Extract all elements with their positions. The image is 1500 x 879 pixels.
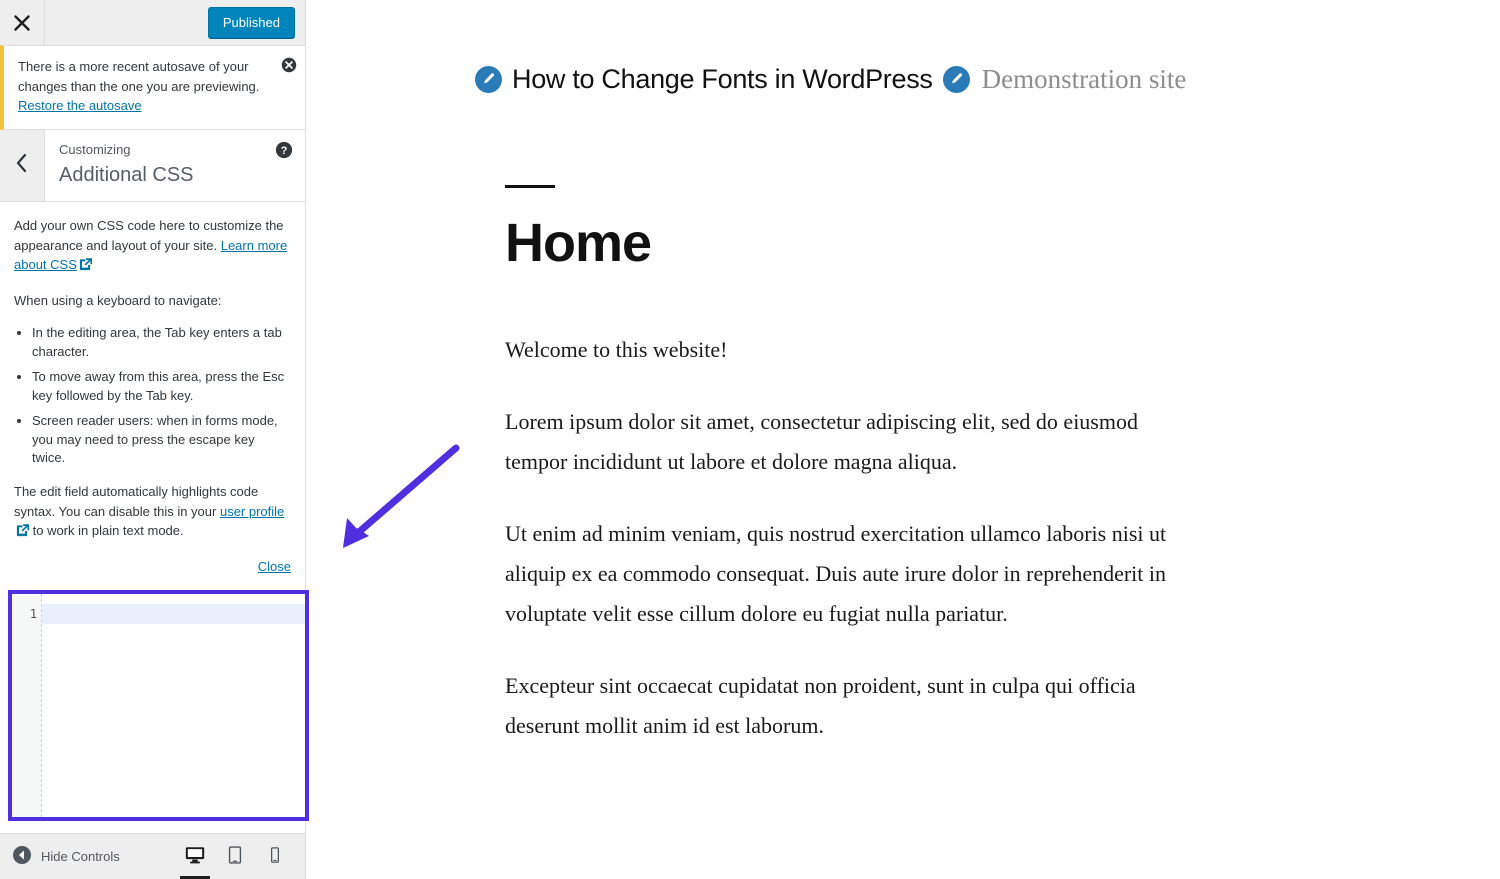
- collapse-icon: [12, 845, 32, 868]
- preview-paragraph: Excepteur sint occaecat cupidatat non pr…: [505, 673, 1136, 739]
- edit-pencil-icon[interactable]: [475, 66, 502, 93]
- preview-page-heading: Home: [505, 213, 652, 273]
- user-profile-link[interactable]: user profile: [220, 504, 284, 519]
- close-help-link[interactable]: Close: [258, 559, 291, 574]
- close-icon: [12, 13, 32, 33]
- preview-site-name: Demonstration site: [981, 64, 1187, 94]
- restore-autosave-link[interactable]: Restore the autosave: [18, 98, 142, 113]
- autosave-notice: There is a more recent autosave of your …: [0, 45, 305, 130]
- external-link-icon: [16, 523, 30, 543]
- editor-gutter: 1: [12, 594, 42, 817]
- site-preview-frame[interactable]: How to Change Fonts in WordPress Demonst…: [306, 0, 1500, 879]
- css-code-input[interactable]: [42, 594, 305, 817]
- page-title: Additional CSS: [59, 164, 194, 187]
- list-item: In the editing area, the Tab key enters …: [32, 324, 291, 362]
- panel-title-bar: Customizing Additional CSS ?: [0, 129, 305, 203]
- list-item: Screen reader users: when in forms mode,…: [32, 412, 291, 469]
- svg-text:?: ?: [281, 145, 288, 157]
- keyboard-bullets: In the editing area, the Tab key enters …: [14, 324, 291, 468]
- customizer-header: Published: [0, 0, 305, 45]
- syntax-note-part2: to work in plain text mode.: [29, 523, 184, 539]
- edit-pencil-icon[interactable]: [942, 66, 970, 93]
- help-intro: Add your own CSS code here to customize …: [14, 216, 291, 277]
- css-editor-region: 1: [0, 584, 309, 833]
- keyboard-heading: When using a keyboard to navigate:: [14, 292, 222, 308]
- syntax-note: The edit field automatically highlights …: [14, 482, 291, 543]
- preview-paragraph: Lorem ipsum dolor sit amet, consectetur …: [505, 409, 1138, 475]
- customizer-footer: Hide Controls: [0, 833, 305, 879]
- close-help-row: Close: [14, 557, 291, 577]
- external-link-icon: [79, 257, 92, 277]
- preview-site-header: How to Change Fonts in WordPress Demonst…: [306, 0, 1500, 95]
- preview-post-title: How to Change Fonts in WordPress: [512, 64, 933, 94]
- list-item: To move away from this area, press the E…: [32, 368, 291, 406]
- chevron-left-icon: [13, 152, 31, 179]
- mobile-icon: [266, 846, 284, 869]
- dismiss-icon[interactable]: [281, 57, 297, 73]
- hide-controls-label: Hide Controls: [41, 849, 120, 864]
- css-editor[interactable]: 1: [12, 594, 305, 817]
- device-mobile-button[interactable]: [255, 834, 295, 879]
- device-tablet-button[interactable]: [215, 834, 255, 879]
- panel-titles: Customizing Additional CSS ?: [45, 130, 305, 202]
- autosave-notice-text: There is a more recent autosave of your …: [18, 59, 260, 94]
- line-number: 1: [29, 607, 37, 622]
- preview-page-content: Home Welcome to this website! Lorem ipsu…: [306, 185, 1186, 746]
- additional-css-help: Add your own CSS code here to customize …: [0, 202, 305, 585]
- preview-paragraph: Ut enim ad minim veniam, quis nostrud ex…: [505, 521, 1167, 627]
- customizer-sidebar: Published There is a more recent autosav…: [0, 0, 309, 879]
- panel-superlabel: Customizing: [59, 141, 131, 157]
- preview-paragraph: Welcome to this website!: [505, 337, 728, 362]
- hide-controls-button[interactable]: Hide Controls: [0, 845, 120, 868]
- customizer-screen: Published There is a more recent autosav…: [0, 0, 1500, 879]
- publish-button[interactable]: Published: [207, 7, 295, 38]
- active-line-highlight: [42, 604, 305, 625]
- heading-rule: [505, 185, 555, 188]
- device-preview-switcher: [175, 834, 295, 879]
- close-customizer-button[interactable]: [0, 0, 45, 45]
- tablet-icon: [225, 845, 245, 870]
- panel-back-button[interactable]: [0, 129, 45, 202]
- device-desktop-button[interactable]: [175, 834, 215, 879]
- desktop-icon: [184, 844, 206, 871]
- help-icon[interactable]: ?: [275, 141, 293, 159]
